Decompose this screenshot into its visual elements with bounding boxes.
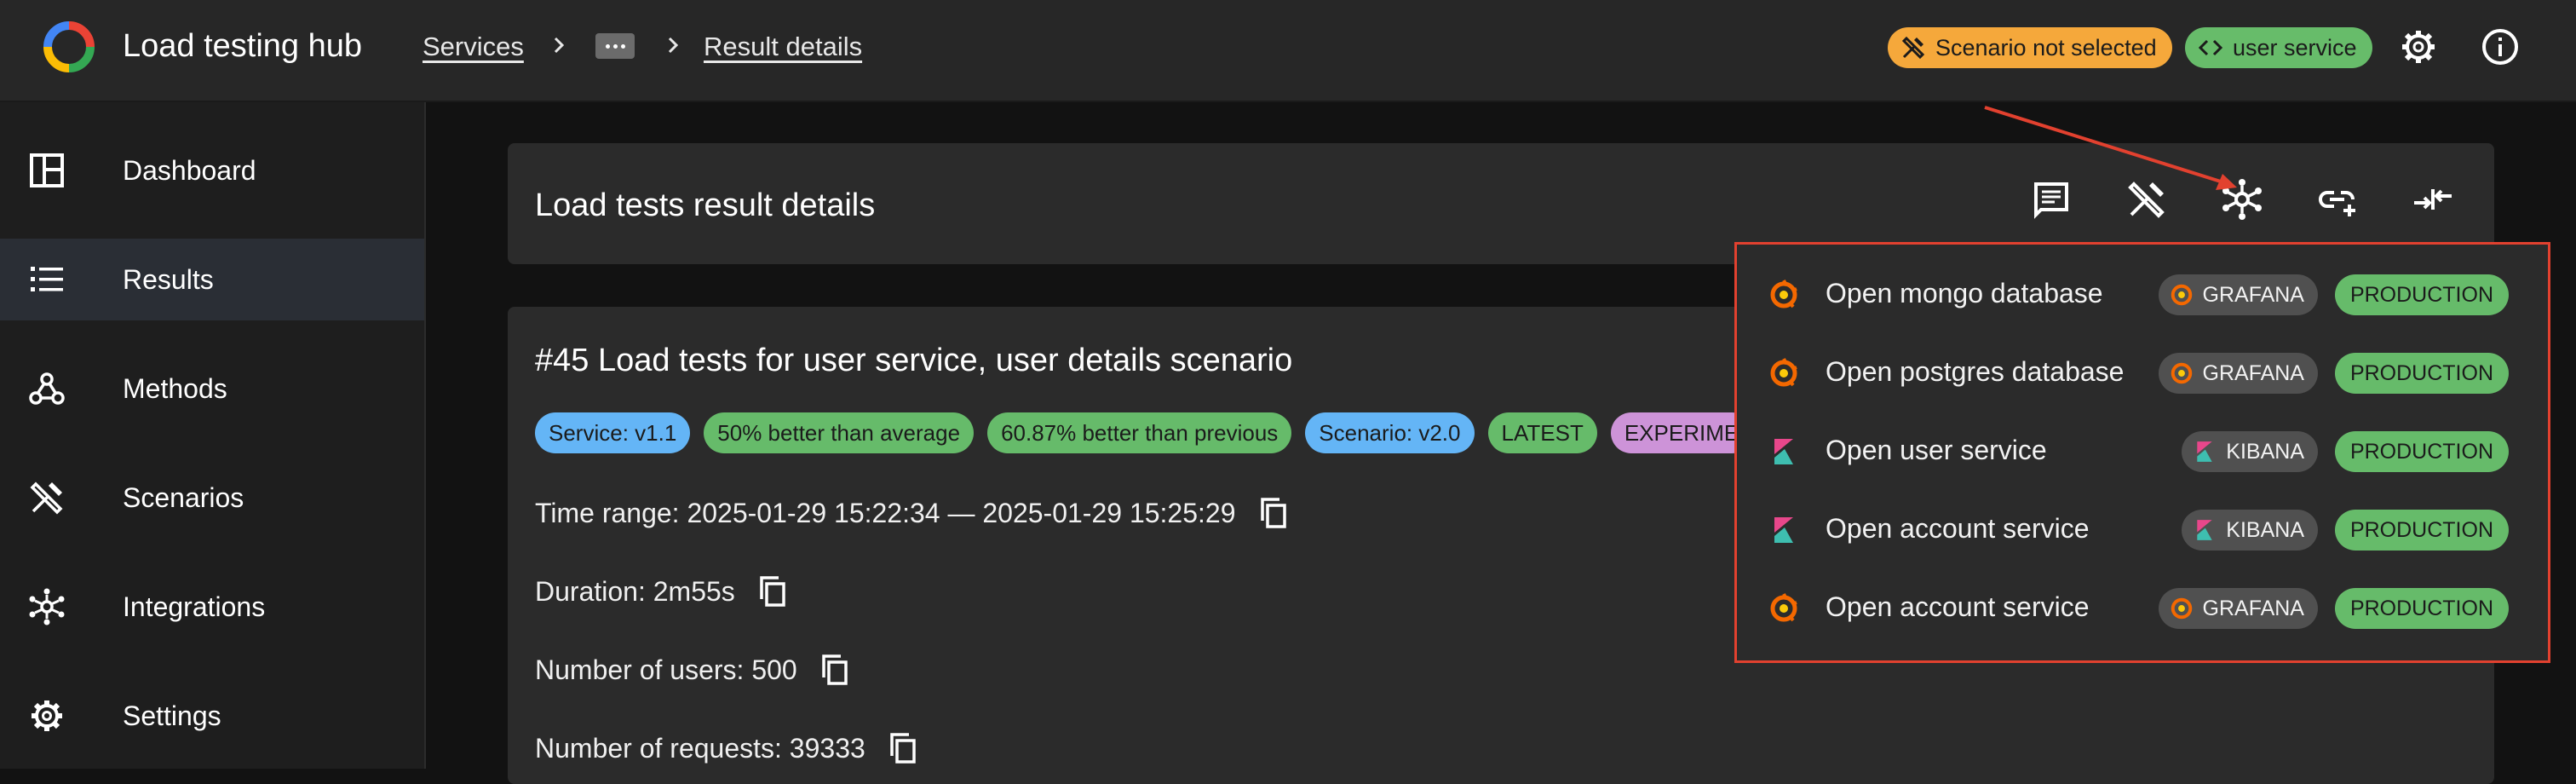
sidebar-item-label: Dashboard [123,154,256,186]
hub-icon[interactable] [2220,177,2264,222]
scenario-version-chip: Scenario: v2.0 [1305,412,1475,453]
grafana-icon [2171,362,2192,384]
sidebar-item-label: Scenarios [123,481,244,513]
sidebar-item-results[interactable]: Results [0,239,424,320]
sidebar-item-label: Settings [123,700,221,731]
top-app-bar: Load testing hub Services Result details… [0,0,2576,102]
sidebar-item-label: Methods [123,372,227,404]
requests-row: Number of requests: 39333 [535,731,920,765]
app-logo-icon [43,21,95,72]
kibana-icon [2197,520,2212,540]
integrations-menu: Open mongo database GRAFANA PRODUCTION O… [1734,242,2550,663]
page-title: Load tests result details [535,187,876,223]
latest-chip: LATEST [1487,412,1597,453]
service-version-chip: Service: v1.1 [535,412,691,453]
experiment-chip: EXPERIME [1610,412,1753,453]
tool-chip: KIBANA [2182,431,2318,472]
integration-label: Open mongo database [1826,278,2103,308]
users-text: Number of users: 500 [535,654,797,685]
duration-text: Duration: 2m55s [535,575,735,607]
tool-chip-label: KIBANA [2226,439,2304,464]
service-chip[interactable]: user service [2185,27,2372,68]
sidebar-item-scenarios[interactable]: Scenarios [0,457,424,539]
tools-icon [1901,36,1925,60]
tool-chip-label: KIBANA [2226,517,2304,542]
grafana-icon [2171,597,2192,620]
environment-chip: PRODUCTION [2334,588,2509,629]
kibana-icon [1774,439,1793,464]
time-range-text: Time range: 2025-01-29 15:22:34 — 2025-0… [535,497,1236,528]
dashboard-icon [30,153,64,187]
copy-icon[interactable] [756,574,790,608]
grafana-icon [1770,593,1797,622]
integration-menu-item[interactable]: Open postgres database GRAFANA PRODUCTIO… [1737,334,2548,412]
info-icon[interactable] [2479,26,2521,68]
tool-chip: GRAFANA [2158,353,2318,394]
grafana-icon [1770,358,1797,387]
gear-icon [32,700,62,731]
result-title: #45 Load tests for user service, user de… [535,343,1293,378]
copy-icon[interactable] [1256,496,1291,530]
tool-chip: GRAFANA [2158,588,2318,629]
list-icon [31,267,63,291]
average-comparison-chip: 50% better than average [704,412,975,453]
tool-chip-label: GRAFANA [2202,596,2304,620]
kibana-icon [2197,441,2212,462]
integration-menu-item[interactable]: Open user service KIBANA PRODUCTION [1737,412,2548,491]
scenario-status-label: Scenario not selected [1935,34,2157,61]
environment-chip: PRODUCTION [2334,510,2509,551]
code-icon [2198,39,2223,56]
compare-arrows-icon[interactable] [2411,177,2455,222]
integration-menu-item[interactable]: Open mongo database GRAFANA PRODUCTION [1737,256,2548,334]
tools-icon[interactable] [2125,177,2169,222]
time-range-row: Time range: 2025-01-29 15:22:34 — 2025-0… [535,496,1291,530]
kibana-icon [1774,517,1793,543]
integration-label: Open account service [1826,591,2090,622]
result-tags: Service: v1.1 50% better than average 60… [535,412,1753,453]
integration-label: Open postgres database [1826,356,2125,387]
sidebar-item-methods[interactable]: Methods [0,348,424,429]
tool-chip: KIBANA [2182,510,2318,551]
integration-menu-item[interactable]: Open account service KIBANA PRODUCTION [1737,491,2548,569]
tool-chip-label: GRAFANA [2202,282,2304,307]
sidebar: Dashboard Results Methods Scenarios Inte… [0,102,426,769]
tool-chip: GRAFANA [2158,274,2318,315]
breadcrumb-result-details[interactable]: Result details [704,32,862,62]
integration-menu-item[interactable]: Open account service GRAFANA PRODUCTION [1737,569,2548,648]
breadcrumb-services[interactable]: Services [423,32,524,62]
tool-chip-label: GRAFANA [2202,360,2304,385]
environment-chip: PRODUCTION [2334,431,2509,472]
duration-row: Duration: 2m55s [535,574,790,608]
previous-comparison-chip: 60.87% better than previous [987,412,1292,453]
users-row: Number of users: 500 [535,653,852,687]
chevron-right-icon [668,37,679,54]
environment-chip: PRODUCTION [2334,274,2509,315]
webhook-icon [29,372,65,405]
integration-label: Open account service [1826,513,2090,544]
integration-label: Open user service [1826,435,2047,465]
grafana-icon [1770,280,1797,308]
gear-icon[interactable] [2397,26,2440,68]
hub-icon [29,588,65,625]
service-chip-label: user service [2233,34,2357,61]
add-link-icon[interactable] [2315,177,2360,222]
chevron-right-icon [554,37,565,54]
breadcrumb-collapsed-button[interactable] [595,33,635,59]
copy-icon[interactable] [886,731,920,765]
tools-icon [30,481,63,515]
app-title: Load testing hub [123,28,363,64]
environment-chip: PRODUCTION [2334,353,2509,394]
requests-text: Number of requests: 39333 [535,732,865,764]
comment-icon[interactable] [2029,177,2073,222]
scenario-status-chip[interactable]: Scenario not selected [1888,27,2172,68]
sidebar-item-settings[interactable]: Settings [0,675,424,757]
sidebar-item-label: Results [123,263,214,295]
sidebar-item-label: Integrations [123,591,266,622]
copy-icon[interactable] [818,653,852,687]
sidebar-item-integrations[interactable]: Integrations [0,566,424,648]
grafana-icon [2171,284,2192,306]
sidebar-item-dashboard[interactable]: Dashboard [0,130,424,211]
